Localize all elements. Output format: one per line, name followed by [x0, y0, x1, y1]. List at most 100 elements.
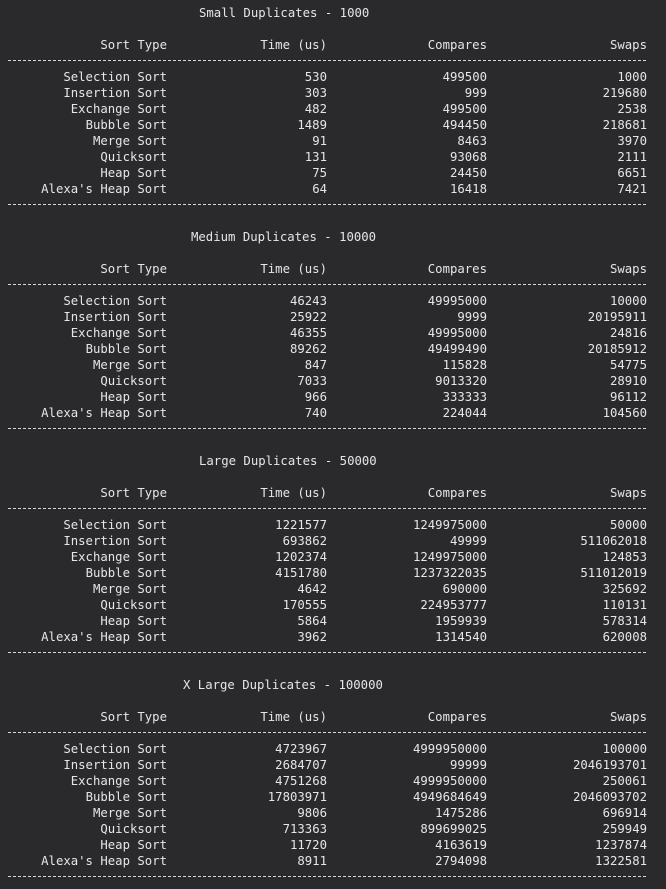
row-swaps: 3970	[617, 134, 647, 148]
row-sort-type: Merge Sort	[92, 806, 167, 820]
row-time: 8911	[297, 854, 327, 868]
row-swaps: 100000	[602, 742, 647, 756]
row-compares: 4999950000	[412, 742, 487, 756]
row-swaps: 325692	[602, 582, 647, 596]
row-compares: 16418	[449, 182, 487, 196]
table-row: Merge Sort 9806 1475286 696914	[0, 805, 666, 821]
row-compares: 115828	[442, 358, 487, 372]
divider	[0, 725, 666, 741]
row-compares: 333333	[442, 390, 487, 404]
table-row: Exchange Sort 1202374 1249975000 124853	[0, 549, 666, 565]
row-sort-type: Exchange Sort	[70, 326, 167, 340]
table-header: Sort Type Time (us) Compares Swaps	[0, 485, 666, 501]
row-compares: 224044	[442, 406, 487, 420]
row-swaps: 696914	[602, 806, 647, 820]
table-header: Sort Type Time (us) Compares Swaps	[0, 709, 666, 725]
row-sort-type: Quicksort	[100, 822, 167, 836]
header-swaps: Swaps	[609, 262, 647, 276]
row-compares: 24450	[449, 166, 487, 180]
row-time: 966	[304, 390, 327, 404]
row-swaps: 6651	[617, 166, 647, 180]
row-swaps: 620008	[602, 630, 647, 644]
row-compares: 999	[464, 86, 487, 100]
row-sort-type: Heap Sort	[100, 614, 167, 628]
table-row: Quicksort 713363 899699025 259949	[0, 821, 666, 837]
table-row: Merge Sort 4642 690000 325692	[0, 581, 666, 597]
row-sort-type: Quicksort	[100, 150, 167, 164]
row-swaps: 250061	[602, 774, 647, 788]
row-compares: 9013320	[435, 374, 487, 388]
row-sort-type: Insertion Sort	[63, 758, 167, 772]
row-swaps: 1000	[617, 70, 647, 84]
row-time: 5864	[297, 614, 327, 628]
row-sort-type: Exchange Sort	[70, 774, 167, 788]
row-sort-type: Bubble Sort	[85, 342, 167, 356]
row-swaps: 578314	[602, 614, 647, 628]
table-row: Quicksort 131 93068 2111	[0, 149, 666, 165]
row-time: 1221577	[275, 518, 327, 532]
row-sort-type: Bubble Sort	[85, 118, 167, 132]
header-time: Time (us)	[260, 262, 327, 276]
header-compares: Compares	[427, 710, 487, 724]
row-swaps: 2111	[617, 150, 647, 164]
row-swaps: 20185912	[587, 342, 647, 356]
table-row: Heap Sort 11720 4163619 1237874	[0, 837, 666, 853]
table-row: Insertion Sort 25922 9999 20195911	[0, 309, 666, 325]
divider	[0, 277, 666, 293]
table-header: Sort Type Time (us) Compares Swaps	[0, 37, 666, 53]
row-compares: 93068	[449, 150, 487, 164]
row-compares: 494450	[442, 118, 487, 132]
row-sort-type: Quicksort	[100, 598, 167, 612]
row-sort-type: Merge Sort	[92, 582, 167, 596]
table-row: Heap Sort 966 333333 96112	[0, 389, 666, 405]
section-title: X Large Duplicates - 100000	[183, 678, 383, 692]
row-time: 11720	[289, 838, 327, 852]
header-time: Time (us)	[260, 38, 327, 52]
row-swaps: 259949	[602, 822, 647, 836]
table-row: Exchange Sort 482 499500 2538	[0, 101, 666, 117]
row-swaps: 10000	[609, 294, 647, 308]
table-row: Bubble Sort 1489 494450 218681	[0, 117, 666, 133]
row-compares: 1959939	[435, 614, 487, 628]
section-title: Small Duplicates - 1000	[199, 6, 370, 20]
header-swaps: Swaps	[609, 710, 647, 724]
section-title: Large Duplicates - 50000	[199, 454, 377, 468]
row-time: 740	[304, 406, 327, 420]
header-time: Time (us)	[260, 486, 327, 500]
row-sort-type: Quicksort	[100, 374, 167, 388]
row-sort-type: Selection Sort	[63, 294, 167, 308]
row-time: 1202374	[275, 550, 327, 564]
row-time: 693862	[282, 534, 327, 548]
table-row: Insertion Sort 693862 49999 511062018	[0, 533, 666, 549]
row-sort-type: Merge Sort	[92, 134, 167, 148]
divider	[0, 421, 666, 437]
row-time: 1489	[297, 118, 327, 132]
row-sort-type: Selection Sort	[63, 70, 167, 84]
row-time: 3962	[297, 630, 327, 644]
terminal-output: Small Duplicates - 1000 Sort Type Time (…	[0, 5, 666, 885]
row-sort-type: Alexa's Heap Sort	[41, 182, 167, 196]
header-sort-type: Sort Type	[100, 486, 167, 500]
row-time: 89262	[289, 342, 327, 356]
row-sort-type: Insertion Sort	[63, 534, 167, 548]
row-sort-type: Bubble Sort	[85, 566, 167, 580]
row-swaps: 20195911	[587, 310, 647, 324]
row-compares: 49999	[449, 534, 487, 548]
row-compares: 1249975000	[412, 550, 487, 564]
row-sort-type: Bubble Sort	[85, 790, 167, 804]
header-compares: Compares	[427, 486, 487, 500]
results-section: X Large Duplicates - 100000 Sort Type Ti…	[0, 677, 666, 885]
divider	[0, 645, 666, 661]
row-swaps: 24816	[609, 326, 647, 340]
table-row: Heap Sort 75 24450 6651	[0, 165, 666, 181]
header-time: Time (us)	[260, 710, 327, 724]
row-sort-type: Heap Sort	[100, 390, 167, 404]
row-time: 4151780	[275, 566, 327, 580]
divider	[0, 197, 666, 213]
table-row: Selection Sort 46243 49995000 10000	[0, 293, 666, 309]
row-compares: 99999	[449, 758, 487, 772]
header-sort-type: Sort Type	[100, 710, 167, 724]
row-time: 847	[304, 358, 327, 372]
row-sort-type: Selection Sort	[63, 518, 167, 532]
row-time: 25922	[289, 310, 327, 324]
